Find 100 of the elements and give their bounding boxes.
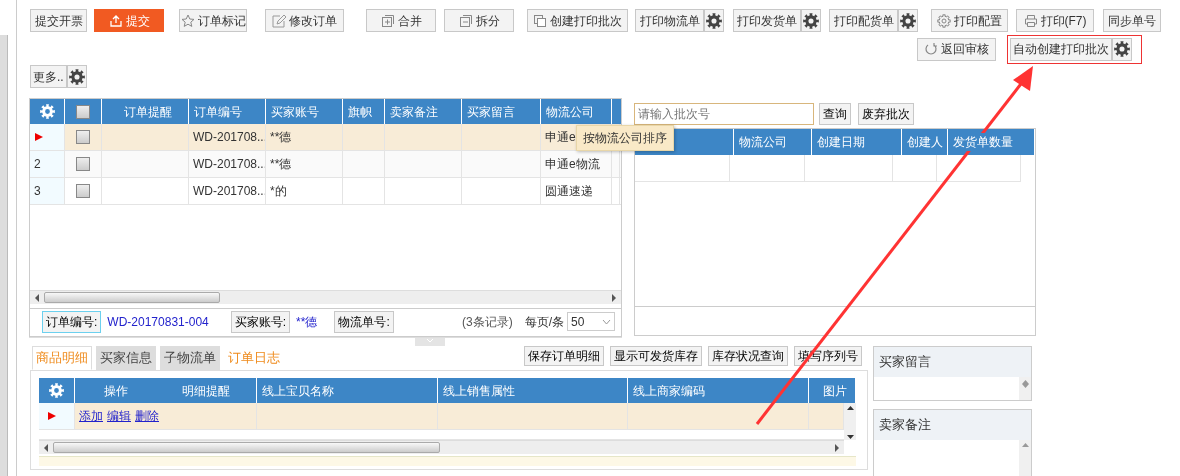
toolbar-button[interactable]: 库存状况查询 (708, 346, 788, 366)
filter-button[interactable]: 买家账号: (230, 310, 291, 333)
filter-button[interactable]: 订单编号: (42, 310, 102, 333)
scroll-left-icon (43, 443, 49, 452)
settings-button[interactable] (898, 9, 918, 32)
checkbox[interactable] (76, 184, 90, 198)
collapse-handle[interactable] (415, 338, 445, 346)
table-cell-text: WD-201708... (193, 129, 265, 146)
upload-icon (108, 13, 123, 28)
toolbar-button[interactable]: 更多.. (30, 65, 67, 88)
table-cell-text: **德 (270, 156, 292, 173)
settings-icon (1114, 41, 1130, 57)
column-header[interactable]: 创建人 (907, 133, 944, 151)
vertical-scrollbar[interactable] (844, 403, 856, 440)
plus-square-icon (380, 13, 395, 28)
star-icon (180, 13, 195, 28)
printer-icon (1023, 13, 1038, 28)
toolbar-button[interactable]: 拆分 (444, 9, 514, 32)
refresh-icon (924, 42, 938, 56)
panel-title: 买家留言 (874, 347, 1031, 377)
column-header[interactable]: 操作 (75, 378, 151, 403)
table-cell-text: WD-201708... (193, 183, 265, 200)
scroll-up-icon (1021, 442, 1029, 447)
settings-icon (39, 104, 55, 119)
scroll-right-icon (834, 443, 840, 452)
table-cell-text: WD-201708... (193, 156, 265, 173)
tab[interactable]: 子物流单 (160, 346, 220, 370)
table-cell-text: **德 (270, 129, 292, 146)
settings-button[interactable] (66, 65, 87, 88)
settings-icon (68, 68, 85, 85)
action-link[interactable]: 添加 (79, 407, 103, 425)
checkbox[interactable] (76, 104, 90, 119)
toolbar-button[interactable]: 显示可发货库存 (610, 346, 702, 366)
filter-button[interactable]: 物流单号: (334, 310, 394, 333)
scroll-down-icon (846, 435, 854, 440)
record-count: (3条记录) (462, 313, 513, 331)
scrollbar-thumb[interactable] (53, 442, 440, 453)
table-row[interactable]: 2 WD-201708... **德 申通e物流 (30, 151, 621, 178)
chevron-down-icon (426, 338, 434, 343)
page-size-select[interactable]: 50 (567, 312, 615, 331)
current-row-icon (34, 132, 44, 142)
toolbar-button[interactable]: 保存订单明细 (524, 346, 604, 366)
toolbar-button[interactable]: 提交开票 (30, 9, 87, 32)
batch-search-field[interactable]: 请输入批次号 (634, 103, 814, 125)
toolbar-button[interactable]: 订单标记 (179, 9, 247, 32)
dropdown-icon (602, 318, 611, 325)
action-link[interactable]: 编辑 (107, 407, 131, 425)
table-row[interactable]: 添加 编辑 删除 (39, 403, 844, 430)
settings-button[interactable] (801, 9, 821, 32)
current-row-icon (47, 411, 57, 421)
toolbar-button[interactable]: 打印发货单 (733, 9, 801, 32)
row-number: 2 (34, 156, 41, 173)
settings-button[interactable] (1112, 37, 1132, 61)
scroll-down-icon (1021, 384, 1029, 389)
toolbar-button[interactable]: 打印配置 (931, 9, 1008, 32)
settings-icon (706, 12, 722, 29)
copy-icon (533, 13, 547, 28)
tab[interactable]: 买家信息 (96, 346, 156, 370)
table-cell-text: 申通e (545, 129, 576, 146)
column-header[interactable]: 发货单数量 (953, 133, 1014, 151)
table-cell-text: *的 (270, 183, 287, 200)
settings-icon (900, 12, 916, 29)
per-page-label: 每页/条 (524, 313, 564, 331)
pencil-icon (272, 13, 286, 28)
toolbar-button[interactable]: 同步单号 (1103, 9, 1161, 32)
horizontal-scrollbar[interactable] (39, 440, 844, 454)
scrollbar-thumb[interactable] (44, 292, 220, 303)
scroll-left-icon (34, 293, 40, 302)
sort-tooltip: 按物流公司排序 (576, 125, 674, 151)
row-number: 3 (34, 183, 41, 200)
panel-title: 卖家备注 (874, 410, 1031, 440)
checkbox[interactable] (76, 157, 90, 171)
toolbar-button[interactable]: 创建打印批次 (527, 9, 628, 32)
settings-icon (803, 12, 819, 29)
horizontal-scrollbar[interactable] (30, 290, 621, 304)
minus-square-icon (458, 13, 473, 28)
toolbar-button[interactable]: 打印(F7) (1016, 9, 1094, 32)
toolbar-button[interactable]: 打印配货单 (829, 9, 898, 32)
settings-icon (49, 383, 64, 398)
settings-button[interactable] (704, 9, 724, 32)
toolbar-button[interactable]: 返回审核 (917, 37, 996, 61)
scroll-right-icon (611, 293, 617, 302)
gear-icon (937, 13, 951, 28)
scroll-up-icon (1021, 379, 1029, 384)
toolbar-button[interactable]: 打印物流单 (635, 9, 704, 32)
toolbar-button[interactable]: 合并 (366, 9, 436, 32)
scroll-up-icon (846, 405, 854, 410)
action-link[interactable]: 删除 (135, 407, 159, 425)
toolbar-button[interactable]: 自动创建打印批次 (1010, 37, 1112, 61)
filter-value: WD-20170831-004 (107, 313, 209, 331)
toolbar-button[interactable]: 废弃批次 (858, 103, 914, 125)
filter-value: **德 (296, 313, 318, 331)
column-header[interactable]: 物流公司 (738, 133, 787, 151)
column-header[interactable]: 创建日期 (816, 133, 865, 151)
checkbox[interactable] (76, 130, 90, 144)
toolbar-button[interactable]: 查询 (819, 103, 851, 125)
table-cell-text: 圆通速递 (545, 183, 593, 200)
table-row[interactable]: 3 WD-201708... *的 圆通速递 (30, 178, 621, 205)
toolbar-button[interactable]: 修改订单 (265, 9, 344, 32)
table-cell-text: 申通e物流 (545, 156, 600, 173)
